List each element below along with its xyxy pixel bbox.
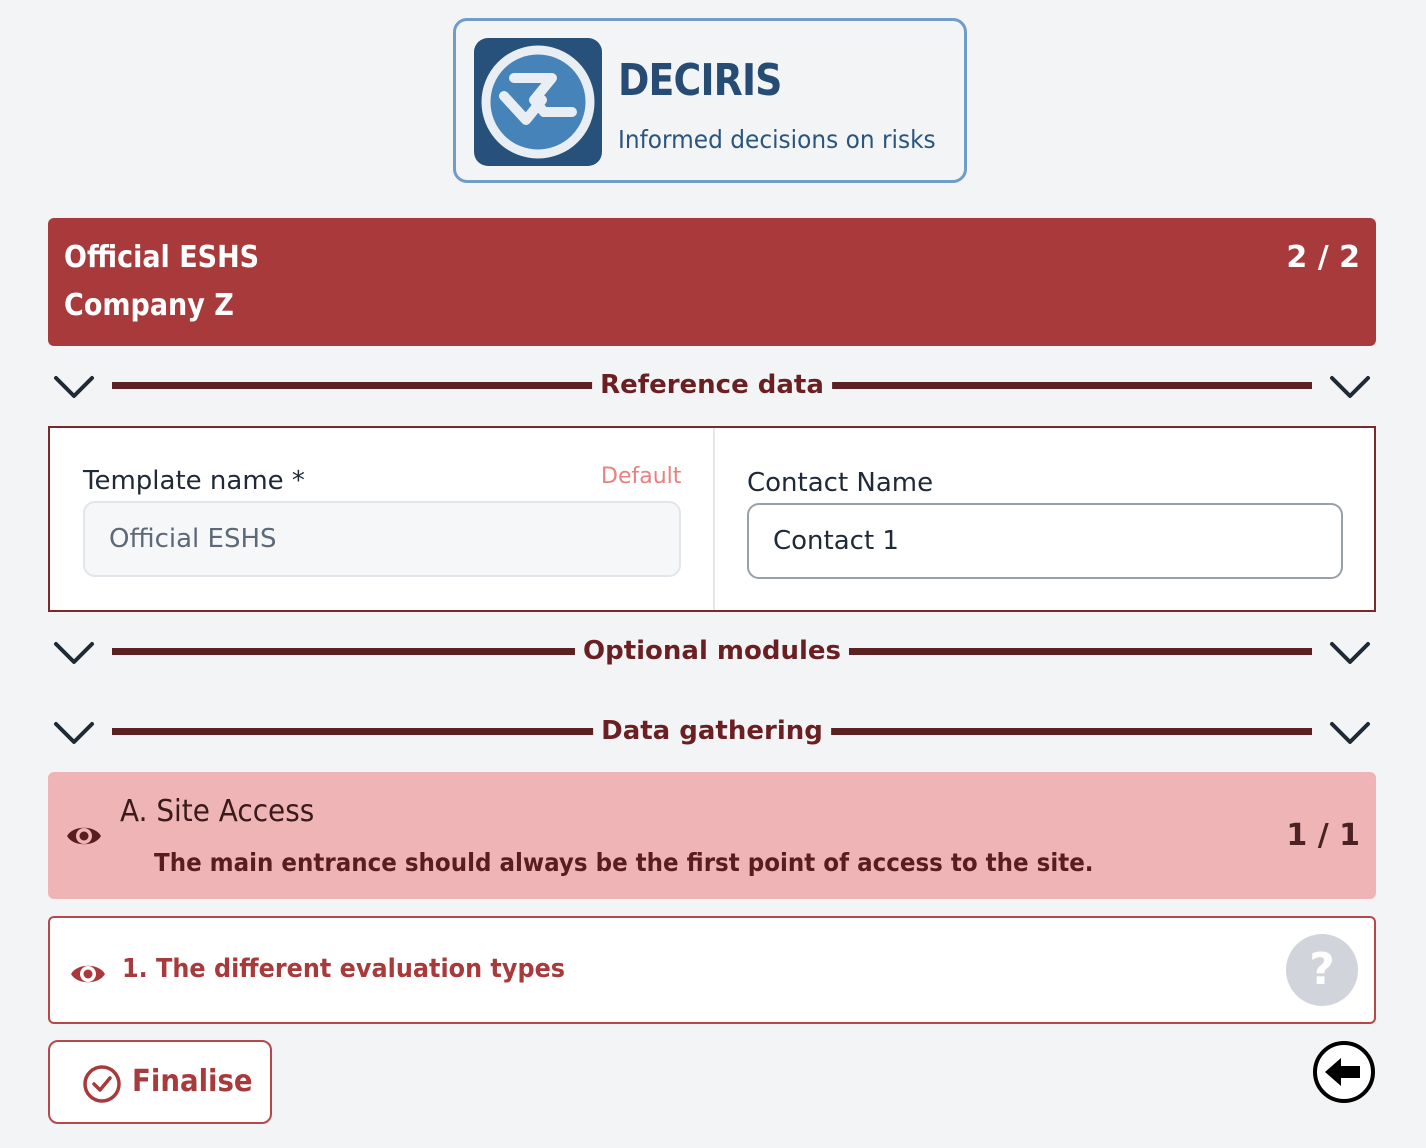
section-title-optional: Optional modules [574, 632, 850, 670]
module-title: A. Site Access [120, 794, 315, 829]
section-divider-reference: Reference data [48, 366, 1376, 406]
reference-data-panel: Template name * Default Official ESHS Co… [48, 426, 1376, 612]
assessment-header: Official ESHS Company Z 2 / 2 [48, 218, 1376, 346]
chevron-down-icon[interactable] [1326, 372, 1374, 402]
deciris-logo-icon [474, 38, 602, 166]
module-description: The main entrance should always be the f… [154, 848, 1094, 877]
finalise-button[interactable]: Finalise [48, 1040, 272, 1124]
finalise-label: Finalise [132, 1064, 253, 1099]
section-title-gathering: Data gathering [593, 712, 831, 750]
section-divider-optional: Optional modules [48, 632, 1376, 672]
column-divider [713, 428, 715, 610]
question-title: 1. The different evaluation types [122, 954, 566, 984]
question-row[interactable]: 1. The different evaluation types ? [48, 916, 1376, 1024]
eye-icon[interactable] [64, 816, 104, 856]
eye-icon[interactable] [68, 954, 108, 994]
default-badge: Default [601, 464, 682, 489]
chevron-down-icon[interactable] [50, 718, 98, 748]
contact-name-label: Contact Name [747, 468, 934, 498]
assessment-title: Official ESHS [64, 240, 260, 275]
template-name-field[interactable]: Official ESHS [83, 501, 681, 577]
template-name-label: Template name * [83, 466, 305, 496]
brand-name: DECIRIS [618, 55, 782, 106]
check-circle-icon [83, 1065, 121, 1103]
section-divider-gathering: Data gathering [48, 712, 1376, 752]
question-icon[interactable]: ? [1286, 934, 1358, 1006]
module-card-site-access[interactable]: A. Site Access The main entrance should … [48, 772, 1376, 899]
company-name: Company Z [64, 288, 234, 323]
chevron-down-icon[interactable] [50, 638, 98, 668]
chevron-down-icon[interactable] [50, 372, 98, 402]
chevron-down-icon[interactable] [1326, 638, 1374, 668]
section-title-reference: Reference data [592, 366, 832, 404]
chevron-down-icon[interactable] [1326, 718, 1374, 748]
module-counter: 1 / 1 [1286, 818, 1360, 853]
contact-name-field[interactable]: Contact 1 [747, 503, 1343, 579]
page-counter: 2 / 2 [1286, 240, 1360, 275]
back-arrow-icon[interactable] [1312, 1040, 1376, 1104]
brand-tagline: Informed decisions on risks [618, 125, 936, 154]
brand-logo-card: DECIRIS Informed decisions on risks [453, 18, 967, 183]
